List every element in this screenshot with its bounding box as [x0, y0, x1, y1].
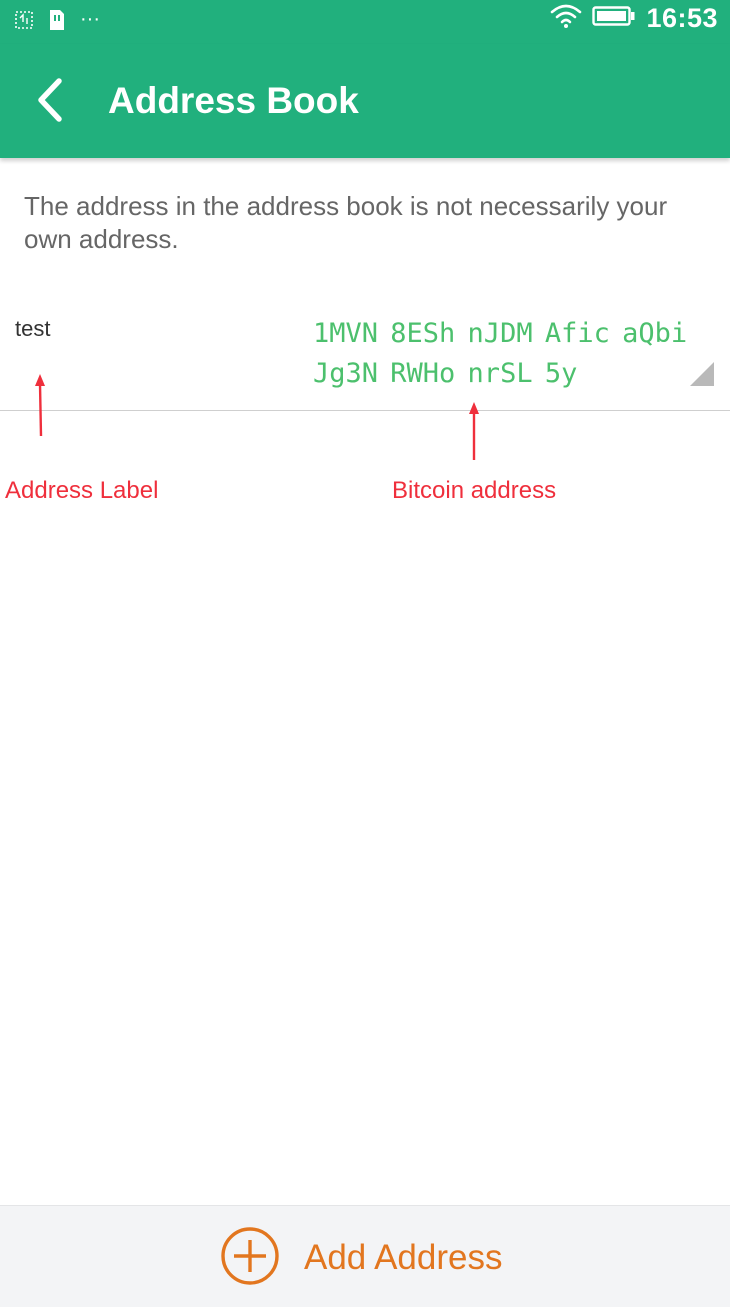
status-left-icons: ···	[14, 8, 100, 36]
sim-card-icon	[48, 9, 66, 36]
status-overflow-dots: ···	[80, 8, 100, 30]
app-bar: Address Book	[0, 44, 730, 158]
battery-icon	[592, 5, 636, 32]
status-right-icons: 16:53	[550, 0, 718, 36]
add-address-button[interactable]: Add Address	[220, 1226, 503, 1291]
status-time: 16:53	[646, 2, 718, 33]
address-annotation-arrow-icon	[466, 400, 482, 467]
wifi-icon	[550, 3, 582, 34]
page-title: Address Book	[108, 80, 359, 121]
bitcoin-address-caption: Bitcoin address	[392, 477, 557, 504]
address-book-notice: The address in the address book is not n…	[24, 191, 668, 254]
corner-triangle-icon	[690, 362, 714, 386]
screenshot-icon	[14, 10, 34, 35]
bitcoin-address: 1MVN 8ESh nJDM Afic aQbi Jg3N RWHo nrSL …	[313, 318, 688, 389]
label-annotation-arrow-icon	[32, 372, 48, 443]
back-button[interactable]	[20, 72, 80, 132]
add-address-label: Add Address	[304, 1238, 503, 1277]
plus-circle-icon	[220, 1226, 280, 1291]
back-chevron-icon	[33, 77, 67, 128]
address-label: test	[15, 316, 51, 341]
status-bar: ··· 16:53	[0, 0, 730, 44]
bottom-action-bar: Add Address	[0, 1205, 730, 1307]
address-entry-row[interactable]: test 1MVN 8ESh nJDM Afic aQbi Jg3N RWHo …	[0, 296, 730, 411]
address-label-caption: Address Label	[5, 477, 159, 504]
